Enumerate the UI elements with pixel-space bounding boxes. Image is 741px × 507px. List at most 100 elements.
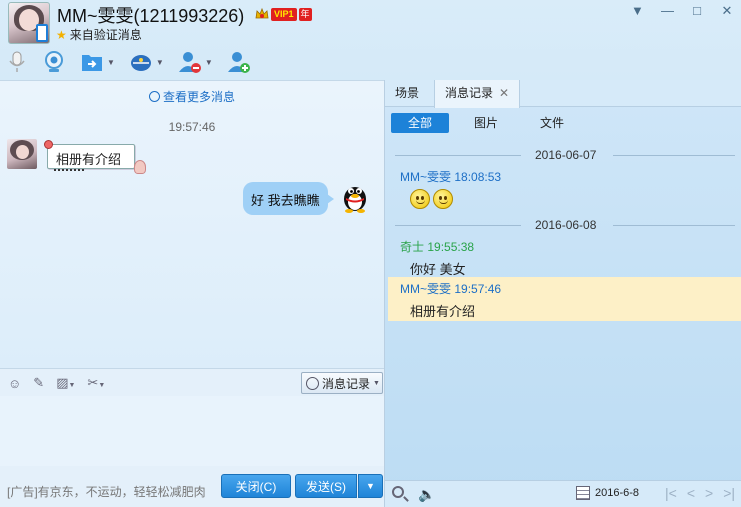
- vip-level: VIP1: [271, 7, 297, 21]
- input-toolbar: ☺ ✎ ▨▼ ✂▼ 消息记录 ▼: [0, 368, 384, 396]
- screenshot-scissors-icon[interactable]: ✂▼: [87, 375, 105, 391]
- video-icon: [45, 51, 63, 72]
- tab-message-history[interactable]: 消息记录 ✕: [434, 80, 521, 108]
- date-label: 2016-06-07: [535, 148, 597, 162]
- qq-penguin-avatar-icon[interactable]: [341, 181, 369, 213]
- sender-avatar[interactable]: [7, 139, 37, 169]
- clock-icon: [306, 376, 319, 390]
- add-contact-button[interactable]: [227, 50, 251, 74]
- contact-source: ★ 来自验证消息: [56, 26, 142, 43]
- tab-scene[interactable]: 场景: [385, 80, 429, 107]
- separator-line: [613, 155, 735, 156]
- chat-toolbar: ▼ ▼ ▼: [6, 48, 265, 76]
- chevron-down-icon: ▼: [107, 57, 115, 67]
- close-button[interactable]: 关闭(C): [221, 474, 291, 498]
- emoji-icon[interactable]: ☺: [8, 376, 21, 391]
- window-controls: ▼ — □ ✕: [631, 3, 733, 19]
- smiley-emoji-icon: [433, 189, 453, 209]
- file-transfer-button[interactable]: ▼: [80, 51, 115, 73]
- history-pane: 场景 消息记录 ✕ 全部 图片 文件 2016-06-07 MM~雯雯 18:08…: [385, 80, 741, 507]
- filter-all[interactable]: 全部: [391, 113, 449, 133]
- vip-badge[interactable]: VIP1 年: [255, 7, 312, 21]
- message-history-label: 消息记录: [322, 376, 371, 391]
- send-button[interactable]: 发送(S): [295, 474, 357, 498]
- bubble-decoration-icon: [44, 140, 53, 149]
- app-icon: [130, 55, 151, 71]
- incoming-message-bubble[interactable]: 相册有介绍: [44, 140, 146, 174]
- video-call-button[interactable]: [42, 50, 66, 74]
- history-date: 2016-6-8: [595, 487, 640, 499]
- maximize-icon[interactable]: □: [691, 3, 703, 19]
- message-history-button[interactable]: 消息记录 ▼: [301, 372, 383, 394]
- dropdown-icon[interactable]: ▼: [631, 3, 644, 19]
- date-separator: 2016-06-07: [395, 148, 735, 162]
- date-label: 2016-06-08: [535, 218, 597, 232]
- bubble-underline: [54, 169, 84, 172]
- record-header: MM~雯雯 19:57:46: [400, 280, 501, 297]
- prev-page-icon[interactable]: <: [687, 485, 695, 501]
- contact-source-text: 来自验证消息: [69, 28, 142, 42]
- microphone-icon: [9, 51, 25, 72]
- file-transfer-icon: [82, 55, 102, 71]
- ad-text[interactable]: [广告]有京东，不运动，轻轻松减肥肉: [7, 483, 206, 500]
- view-more-messages-label: 查看更多消息: [162, 90, 235, 104]
- record-sender: MM~雯雯: [400, 170, 452, 184]
- record-body: [410, 189, 456, 212]
- filter-images[interactable]: 图片: [457, 113, 515, 133]
- close-tab-icon[interactable]: ✕: [499, 86, 509, 100]
- chevron-down-icon: ▼: [204, 57, 213, 67]
- image-icon[interactable]: ▨▼: [56, 375, 75, 391]
- vip-year: 年: [298, 7, 312, 21]
- avatar-face: [16, 145, 29, 159]
- history-tabs: 场景 消息记录 ✕: [385, 80, 741, 108]
- record-time: 18:08:53: [454, 170, 502, 184]
- record-text: 你好 美女: [410, 262, 466, 277]
- tab-message-history-label: 消息记录: [445, 86, 494, 100]
- calendar-icon[interactable]: [576, 486, 590, 500]
- bubble-character-icon: [134, 160, 146, 174]
- star-icon: ★: [56, 27, 67, 42]
- first-page-icon[interactable]: |<: [665, 485, 677, 501]
- message-timestamp: 19:57:46: [168, 120, 216, 134]
- chat-messages-pane[interactable]: 查看更多消息 19:57:46 相册有介绍 好 我去瞧瞧: [0, 80, 384, 368]
- record-time: 19:57:46: [454, 282, 502, 296]
- next-page-icon[interactable]: >: [705, 485, 713, 501]
- record-sender: 奇士: [400, 240, 425, 254]
- close-icon[interactable]: ✕: [721, 3, 733, 19]
- filter-files[interactable]: 文件: [523, 113, 581, 133]
- mobile-online-icon: [36, 24, 48, 42]
- contact-title: MM~雯雯(1211993226): [57, 6, 245, 26]
- contact-avatar[interactable]: [8, 2, 50, 44]
- remove-contact-icon: [178, 52, 201, 73]
- minimize-icon[interactable]: —: [661, 3, 674, 19]
- input-tools: ☺ ✎ ▨▼ ✂▼: [8, 375, 105, 391]
- incoming-message-text: 相册有介绍: [56, 152, 122, 167]
- chevron-down-icon: ▼: [155, 57, 164, 67]
- chevron-down-icon: ▼: [366, 481, 375, 491]
- smiley-emoji-icon: [410, 189, 430, 209]
- date-separator: 2016-06-08: [395, 218, 735, 232]
- vip-crown-icon: [255, 7, 269, 19]
- record-header: 奇士 19:55:38: [400, 238, 474, 255]
- outgoing-message-bubble[interactable]: 好 我去瞧瞧: [243, 182, 334, 215]
- message-input[interactable]: [0, 396, 384, 466]
- separator-line: [395, 155, 521, 156]
- send-options-button[interactable]: ▼: [358, 474, 383, 498]
- separator-line: [395, 225, 521, 226]
- apps-button[interactable]: ▼: [129, 51, 164, 73]
- add-contact-icon: [227, 52, 250, 73]
- view-more-messages-link[interactable]: 查看更多消息: [0, 88, 384, 105]
- clock-icon: [148, 91, 160, 102]
- history-pagination: |< < > >|: [665, 485, 735, 501]
- outgoing-message-text: 好 我去瞧瞧: [251, 193, 320, 208]
- remove-contact-button[interactable]: ▼: [178, 50, 213, 74]
- search-icon[interactable]: [392, 486, 404, 498]
- tab-scene-label: 场景: [395, 86, 420, 100]
- voice-call-button[interactable]: [6, 50, 28, 74]
- history-filters: 全部 图片 文件: [391, 113, 589, 133]
- last-page-icon[interactable]: >|: [723, 485, 735, 501]
- edit-font-icon[interactable]: ✎: [33, 375, 44, 391]
- history-footer: 🔈 2016-6-8 |< < > >|: [385, 480, 741, 507]
- speaker-icon[interactable]: 🔈: [418, 486, 435, 503]
- record-header: MM~雯雯 18:08:53: [400, 168, 501, 185]
